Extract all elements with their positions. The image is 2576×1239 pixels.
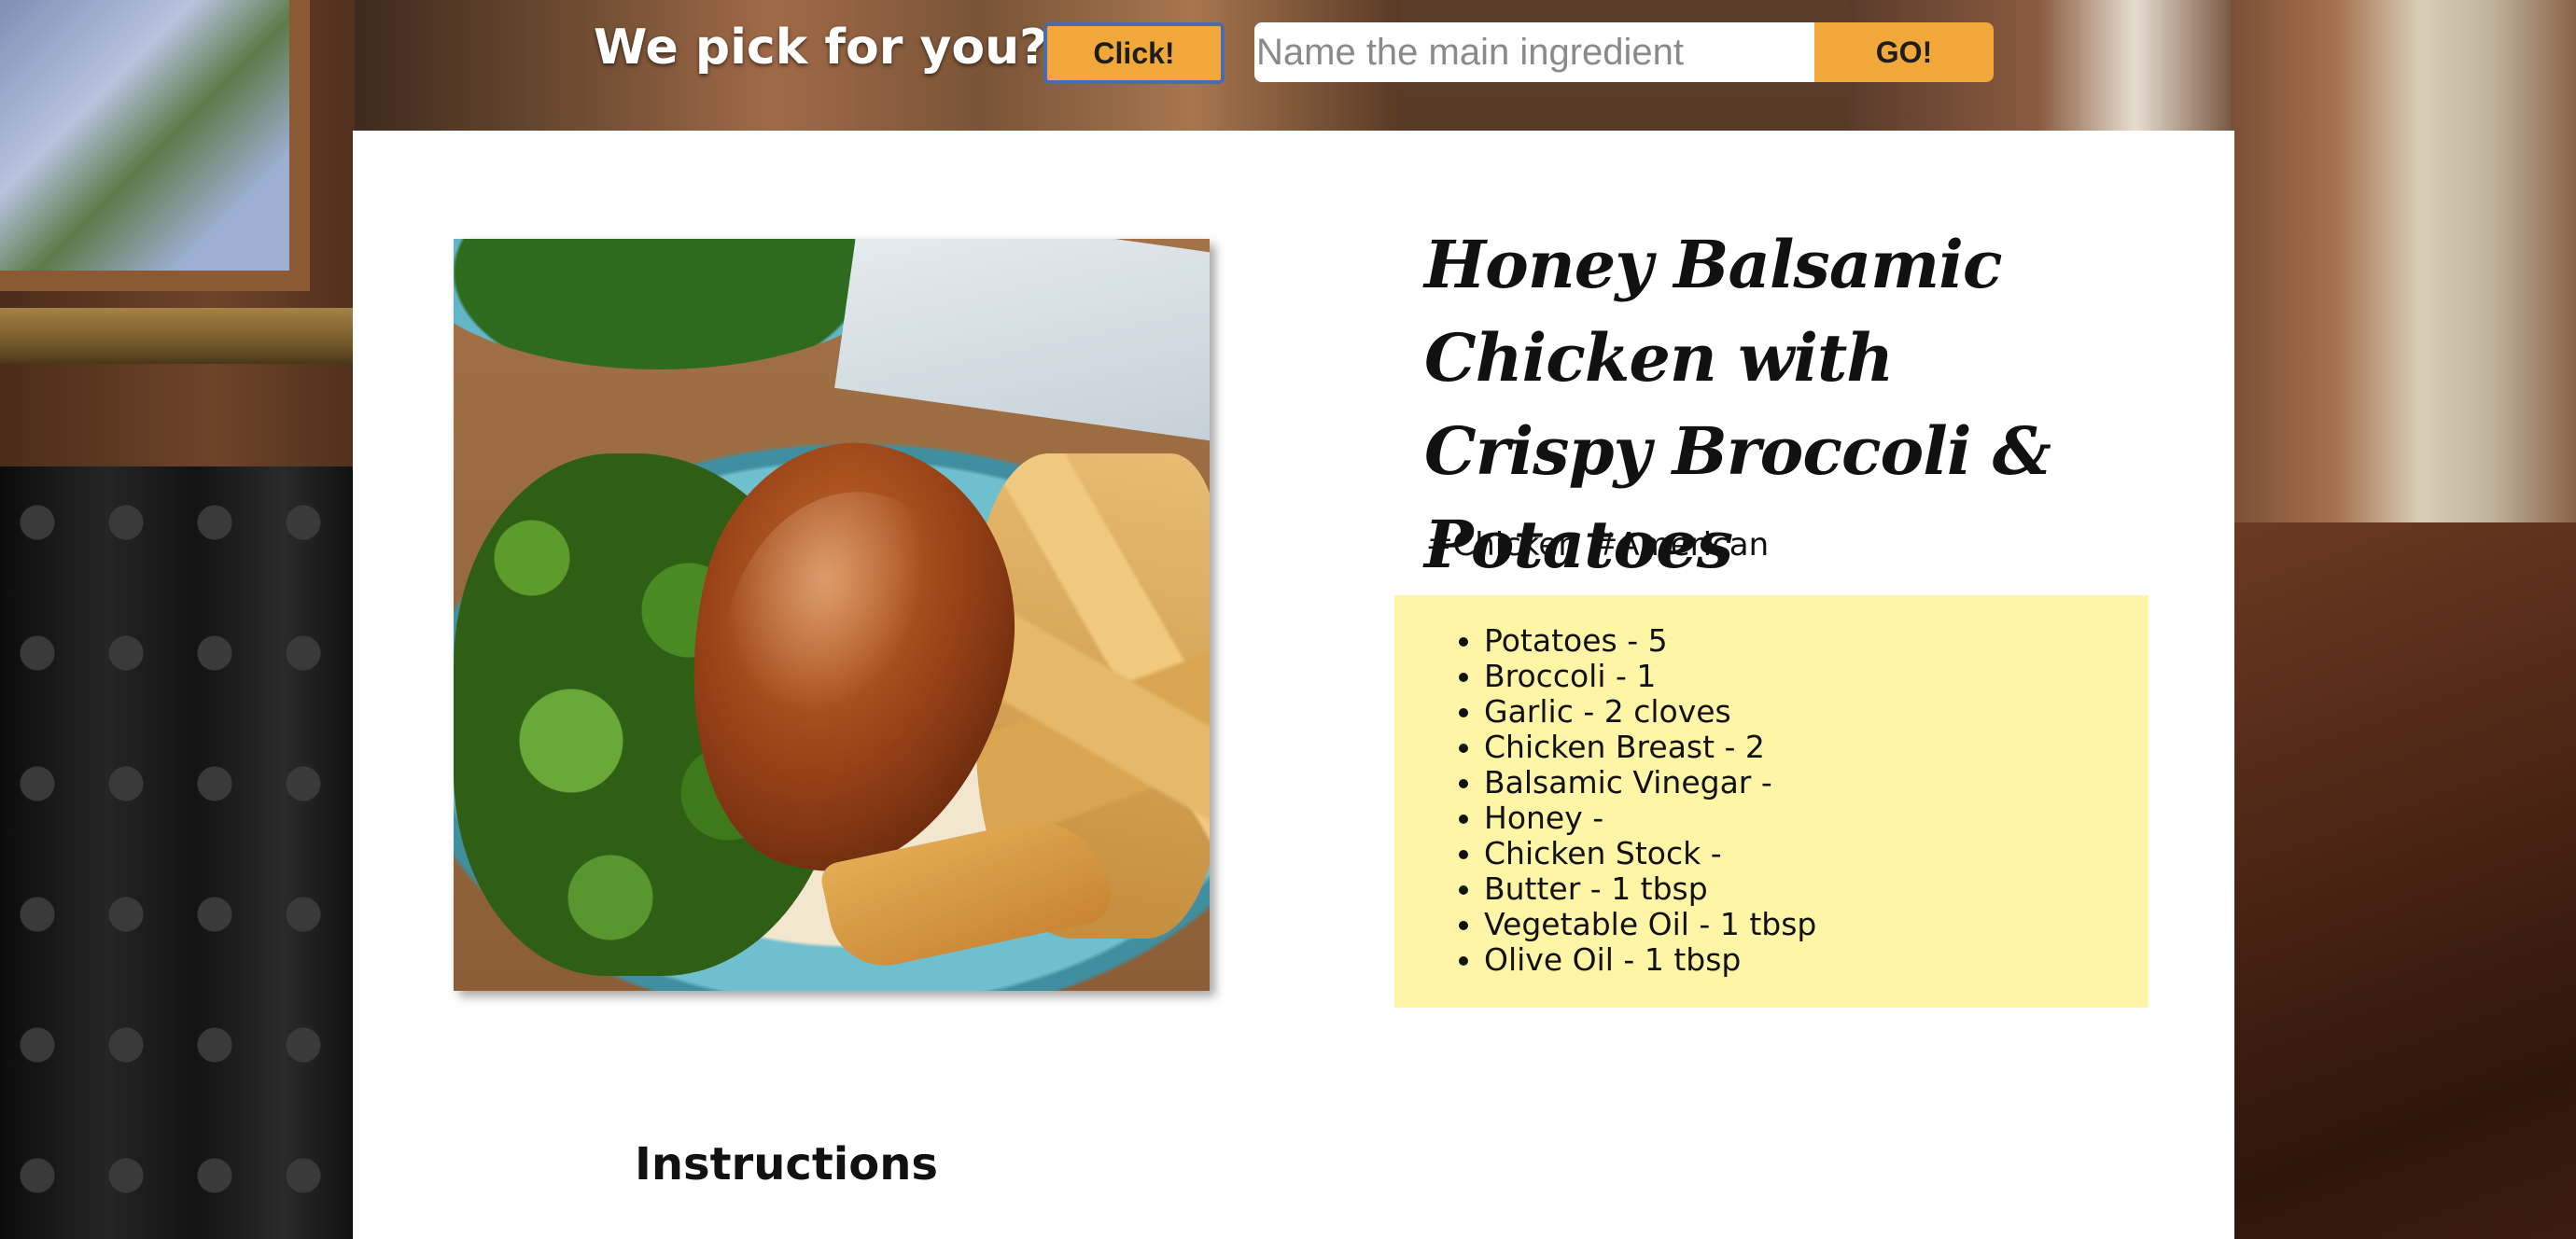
search-go-button[interactable]: GO!	[1814, 22, 1994, 82]
random-pick-button[interactable]: Click!	[1043, 22, 1225, 84]
ingredient-search-input[interactable]	[1254, 22, 1814, 82]
instructions-heading: Instructions	[635, 1138, 938, 1190]
photo-napkin	[834, 239, 1210, 443]
ingredients-box: Potatoes - 5 Broccoli - 1 Garlic - 2 clo…	[1394, 595, 2149, 1008]
ingredient-item: Butter - 1 tbsp	[1484, 871, 2149, 907]
background-leather-sofa	[2231, 522, 2576, 1239]
ingredient-item: Olive Oil - 1 tbsp	[1484, 942, 2149, 978]
ingredient-item: Vegetable Oil - 1 tbsp	[1484, 907, 2149, 942]
ingredient-item: Chicken Stock -	[1484, 836, 2149, 871]
ingredient-item: Honey -	[1484, 800, 2149, 836]
tag-american: #American	[1590, 526, 1770, 564]
top-bar: We pick for you? Click! GO!	[0, 0, 2576, 131]
recipe-photo	[454, 239, 1210, 991]
recipe-card: Honey Balsamic Chicken with Crispy Brocc…	[353, 131, 2234, 1239]
ingredient-item: Broccoli - 1	[1484, 659, 2149, 694]
tag-chicken: #Chicken	[1426, 526, 1578, 564]
ingredient-item: Potatoes - 5	[1484, 623, 2149, 659]
background-brass-rail	[0, 308, 355, 364]
ingredient-item: Chicken Breast - 2	[1484, 730, 2149, 765]
recipe-title: Honey Balsamic Chicken with Crispy Brocc…	[1424, 226, 2051, 583]
random-pick-prompt: We pick for you?	[594, 20, 1048, 76]
ingredient-item: Balsamic Vinegar -	[1484, 765, 2149, 800]
recipe-tags: #Chicken #American	[1426, 526, 1782, 567]
ingredient-item: Garlic - 2 cloves	[1484, 694, 2149, 730]
ingredients-list: Potatoes - 5 Broccoli - 1 Garlic - 2 clo…	[1394, 595, 2149, 978]
background-leather-booth	[0, 466, 355, 1239]
